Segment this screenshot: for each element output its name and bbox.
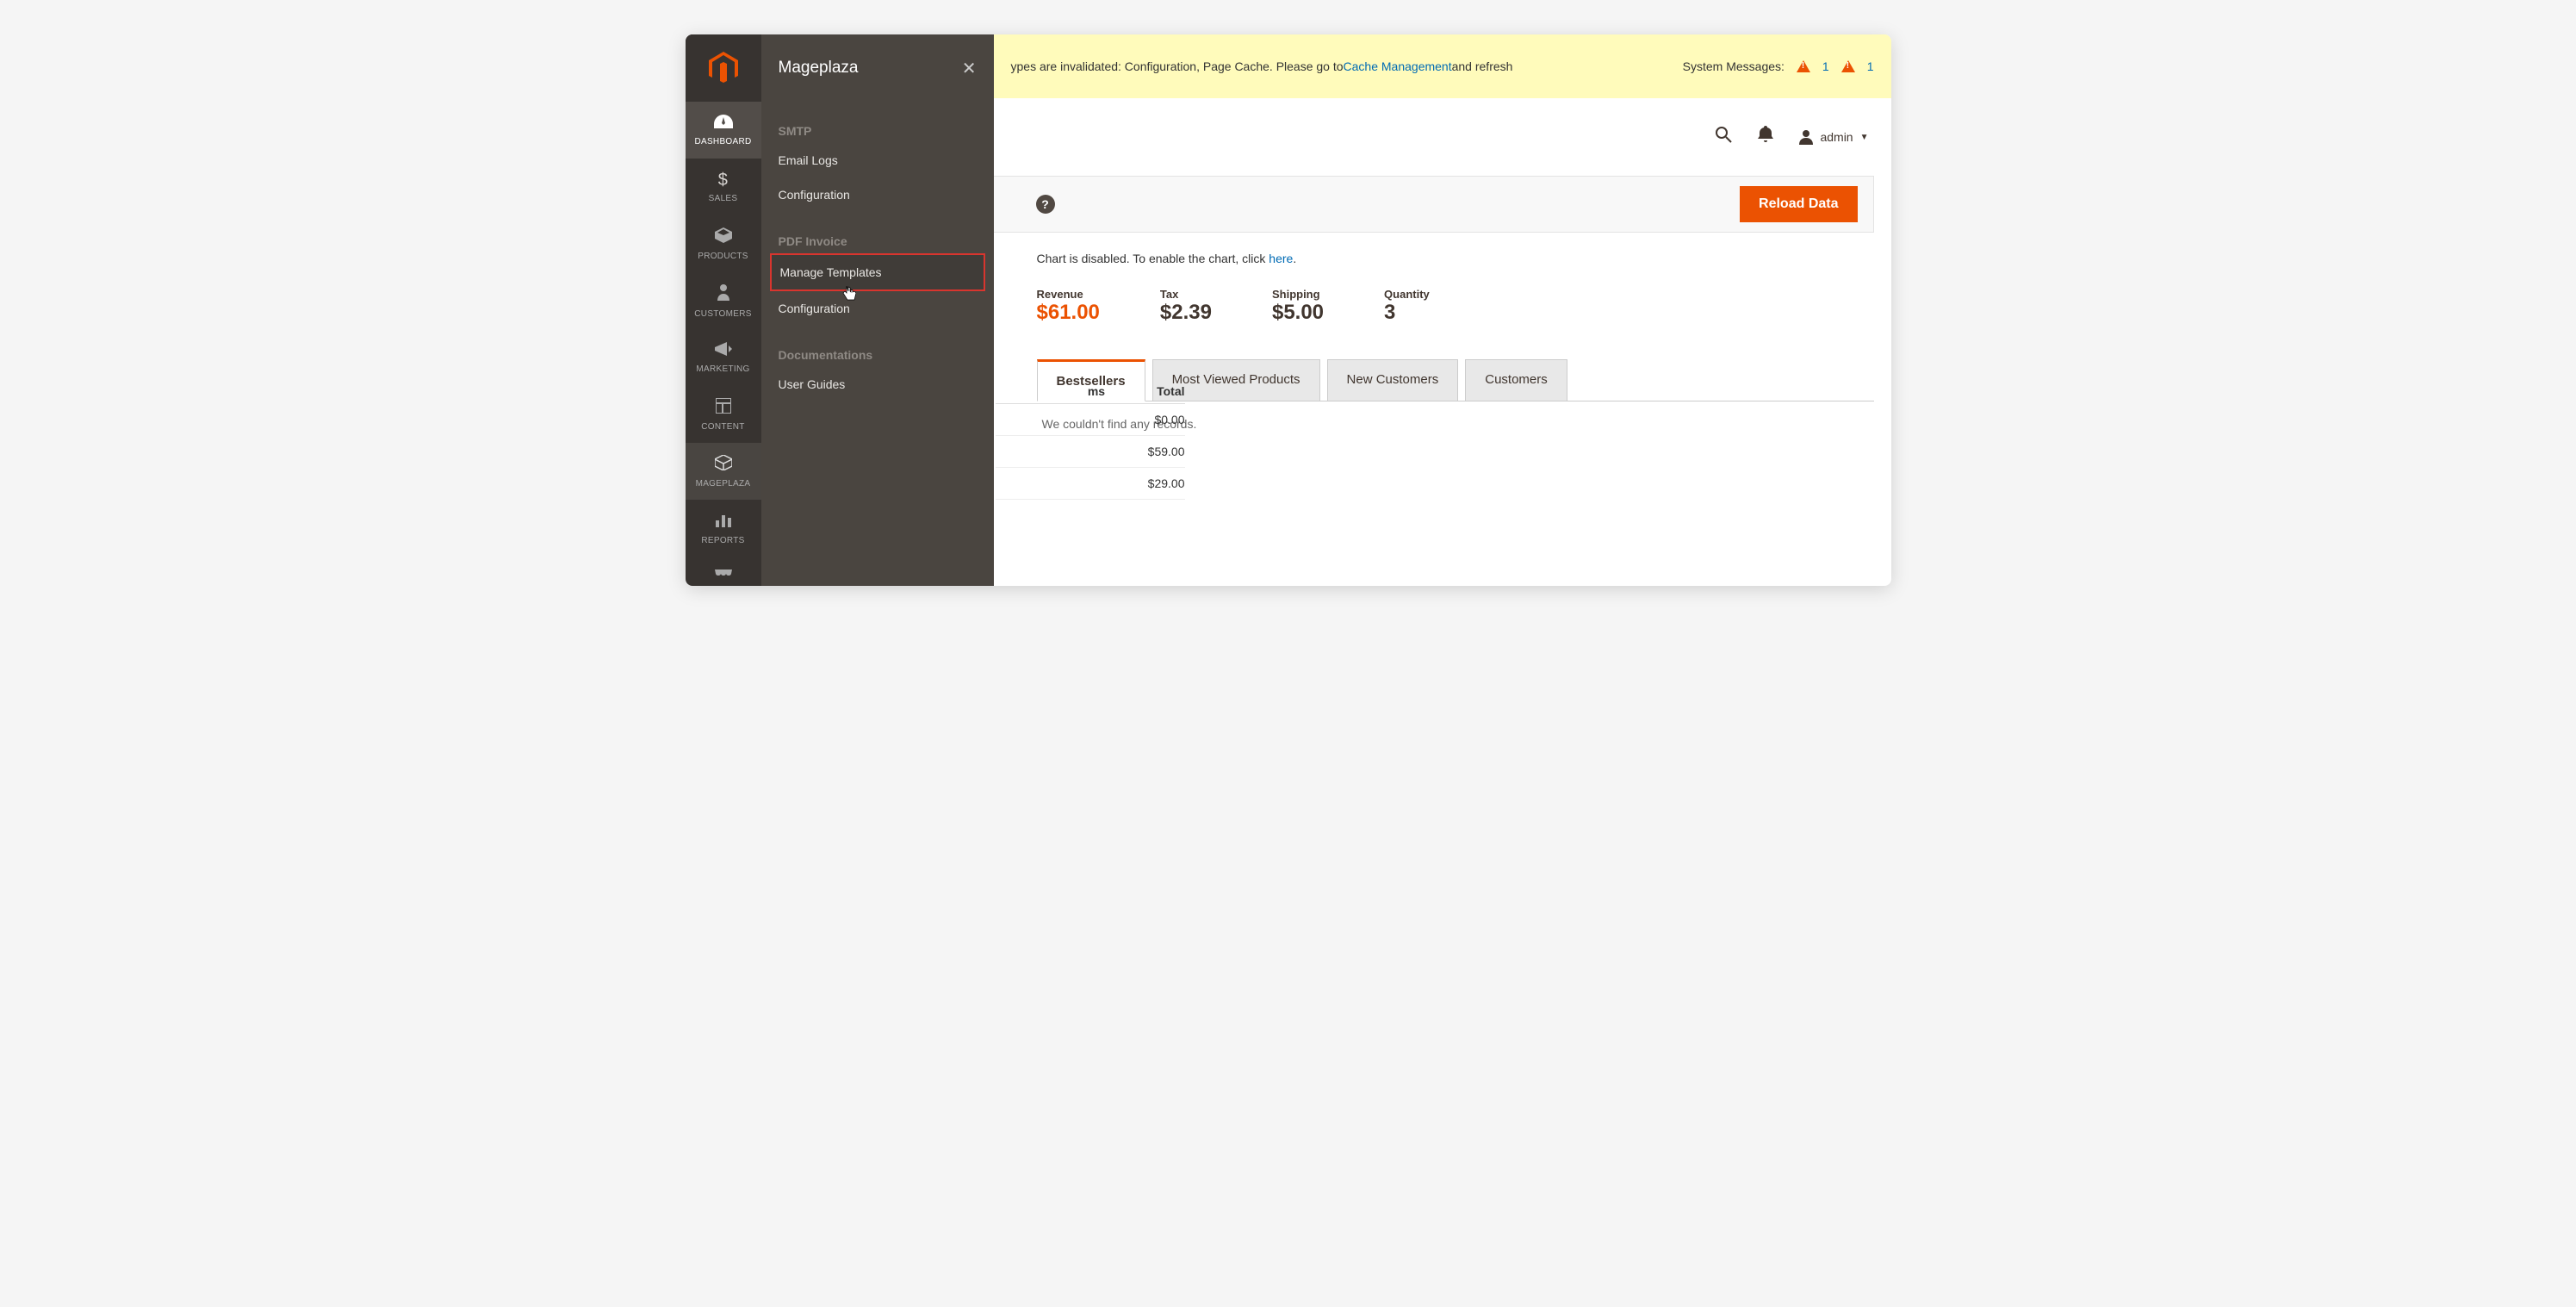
sidebar-item-dashboard[interactable]: DASHBOARD — [686, 102, 761, 159]
sidebar-label: REPORTS — [701, 536, 744, 545]
metric-value: $5.00 — [1272, 301, 1324, 325]
store-icon — [715, 569, 732, 586]
metric-value: $2.39 — [1160, 301, 1212, 325]
admin-username: admin — [1820, 130, 1853, 144]
flyout-link-pdf-config[interactable]: Configuration — [770, 291, 985, 326]
admin-account-dropdown[interactable]: admin ▼ — [1799, 129, 1868, 145]
sidebar-item-customers[interactable]: CUSTOMERS — [686, 272, 761, 329]
close-icon[interactable]: ✕ — [962, 58, 977, 79]
user-icon — [1799, 129, 1813, 145]
package-icon — [715, 455, 732, 476]
help-icon[interactable]: ? — [1036, 195, 1055, 214]
metric-revenue: Revenue $61.00 — [1037, 288, 1100, 325]
caret-down-icon: ▼ — [1860, 133, 1869, 142]
metrics-row: Revenue $61.00 Tax $2.39 Shipping $5.00 … — [1037, 288, 1874, 325]
sidebar-item-mageplaza[interactable]: MAGEPLAZA — [686, 443, 761, 500]
metric-label: Shipping — [1272, 288, 1324, 301]
flyout-link-user-guides[interactable]: User Guides — [770, 367, 985, 401]
megaphone-icon — [715, 341, 732, 361]
warning-icon[interactable] — [1797, 60, 1810, 72]
cell-value: $0.00 — [1154, 413, 1184, 426]
sidebar-label: PRODUCTS — [698, 252, 748, 261]
layout-icon — [716, 398, 731, 419]
reload-data-button[interactable]: Reload Data — [1740, 186, 1857, 222]
tab-customers[interactable]: Customers — [1465, 359, 1567, 401]
flyout-group-docs: Documentations — [779, 348, 977, 362]
chart-note-prefix: Chart is disabled. To enable the chart, … — [1037, 252, 1269, 265]
flyout-panel: Mageplaza ✕ SMTP Email Logs Configuratio… — [761, 34, 994, 586]
sidebar-item-marketing[interactable]: MARKETING — [686, 329, 761, 386]
metric-value: $61.00 — [1037, 301, 1100, 325]
sysmsg-text-prefix: ypes are invalidated: Configuration, Pag… — [1011, 59, 1344, 73]
chart-note-suffix: . — [1293, 252, 1296, 265]
tab-new-customers[interactable]: New Customers — [1327, 359, 1459, 401]
sidebar-item-content[interactable]: CONTENT — [686, 386, 761, 443]
dollar-icon: $ — [718, 171, 728, 190]
flyout-group-pdf-invoice: PDF Invoice — [779, 234, 977, 248]
sysmsg-count-1[interactable]: 1 — [1822, 59, 1829, 73]
magento-logo[interactable] — [686, 34, 761, 102]
sidebar-label: CUSTOMERS — [694, 309, 751, 319]
cell-value: $59.00 — [1148, 445, 1185, 458]
metric-tax: Tax $2.39 — [1160, 288, 1212, 325]
sidebar-label: CONTENT — [701, 422, 744, 432]
metric-shipping: Shipping $5.00 — [1272, 288, 1324, 325]
admin-window: DASHBOARD $ SALES PRODUCTS CUSTOMERS MAR… — [686, 34, 1891, 586]
sidebar-item-stores[interactable]: STORES — [686, 557, 761, 586]
sysmsg-count-2[interactable]: 1 — [1867, 59, 1874, 73]
metric-label: Tax — [1160, 288, 1212, 301]
sidebar-label: MAGEPLAZA — [696, 479, 751, 489]
box-icon — [715, 227, 732, 248]
chart-disabled-note: Chart is disabled. To enable the chart, … — [1037, 252, 1874, 265]
sidebar-label: MARKETING — [696, 364, 749, 374]
flyout-link-label: Manage Templates — [780, 265, 882, 279]
magento-logo-icon — [709, 52, 738, 84]
metric-quantity: Quantity 3 — [1384, 288, 1430, 325]
metric-label: Revenue — [1037, 288, 1100, 301]
sidebar-label: DASHBOARD — [694, 137, 751, 146]
person-icon — [717, 283, 729, 306]
sysmsg-text-suffix: and refresh — [1452, 59, 1513, 73]
cell-value: $29.00 — [1148, 476, 1185, 490]
flyout-link-smtp-config[interactable]: Configuration — [770, 177, 985, 212]
admin-sidebar: DASHBOARD $ SALES PRODUCTS CUSTOMERS MAR… — [686, 34, 761, 586]
orders-table-peek: ms Total $0.00 $59.00 $29.00 — [996, 379, 1185, 500]
flyout-link-manage-templates[interactable]: Manage Templates — [770, 253, 985, 291]
flyout-title: Mageplaza — [779, 59, 859, 78]
bar-chart-icon — [716, 512, 731, 532]
search-icon[interactable] — [1715, 126, 1732, 148]
bell-icon[interactable] — [1758, 126, 1773, 148]
sysmsg-link[interactable]: Cache Management — [1344, 59, 1452, 73]
flyout-group-smtp: SMTP — [779, 124, 977, 138]
col-header: Total — [1157, 384, 1184, 398]
metric-value: 3 — [1384, 301, 1430, 325]
sidebar-item-products[interactable]: PRODUCTS — [686, 215, 761, 272]
chart-enable-link[interactable]: here — [1269, 252, 1293, 265]
flyout-link-email-logs[interactable]: Email Logs — [770, 143, 985, 177]
gauge-icon — [714, 114, 733, 134]
sidebar-item-sales[interactable]: $ SALES — [686, 159, 761, 215]
col-header: ms — [1088, 384, 1105, 398]
sidebar-label: SALES — [709, 194, 738, 203]
sidebar-item-reports[interactable]: REPORTS — [686, 500, 761, 557]
warning-icon[interactable] — [1841, 60, 1855, 72]
metric-label: Quantity — [1384, 288, 1430, 301]
sysmsg-label: System Messages: — [1683, 59, 1785, 73]
